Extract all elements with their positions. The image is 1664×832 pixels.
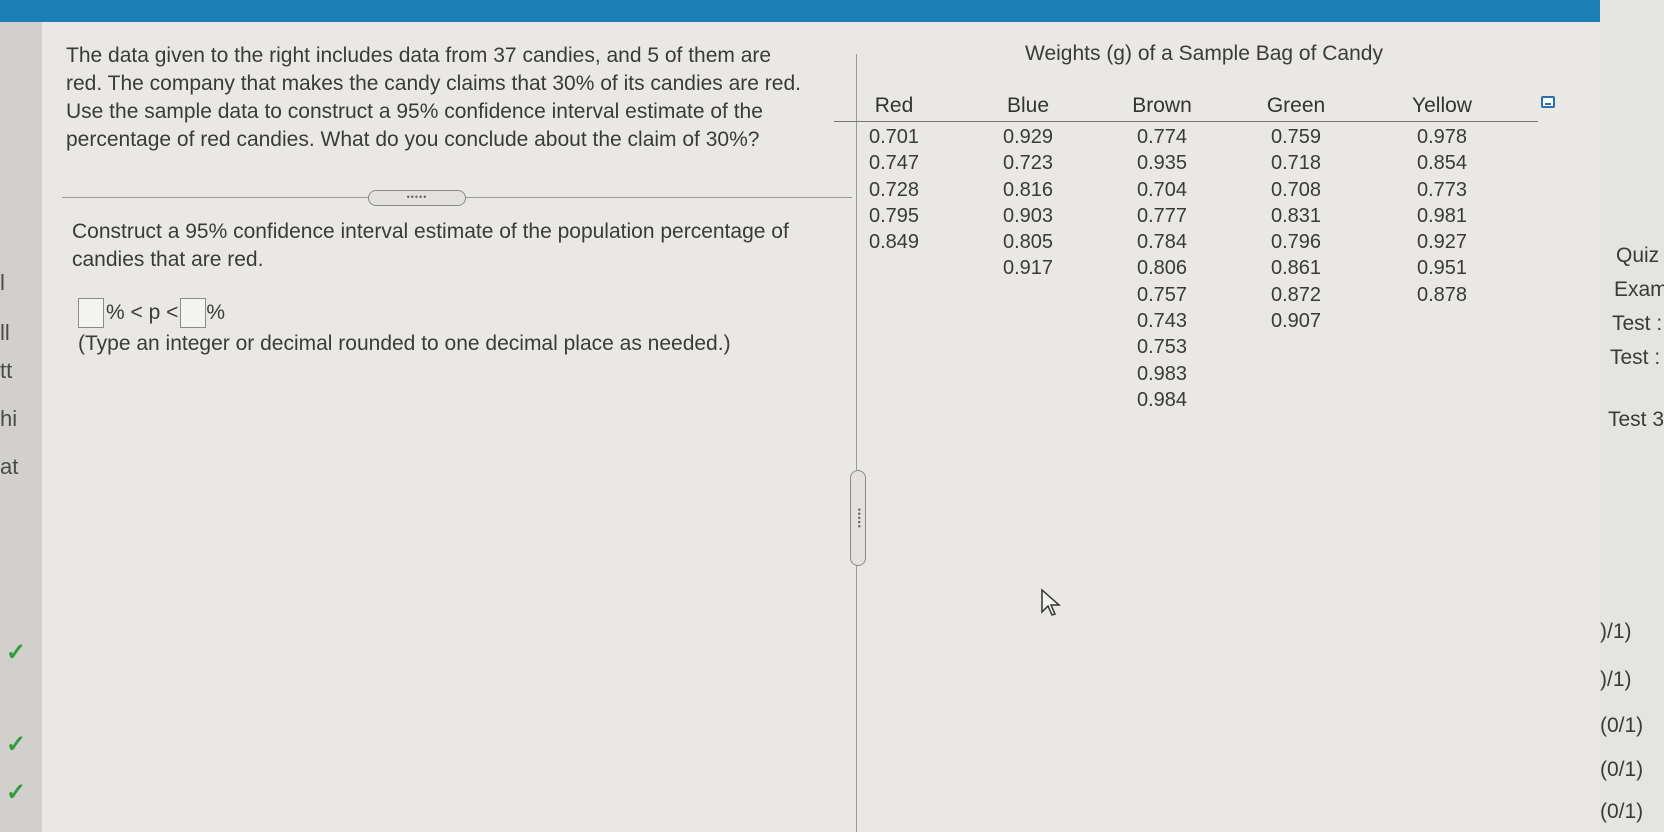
- table-cell: 0.878: [1416, 283, 1468, 306]
- table-cell: 0.757: [1136, 283, 1188, 306]
- column-header-brown: Brown: [1132, 94, 1192, 117]
- column-brown: 0.774 0.935 0.704 0.777 0.784 0.806 0.757 0.743…: [1102, 124, 1222, 413]
- table-cell: 0.701: [868, 126, 920, 148]
- table-cell: 0.784: [1136, 231, 1188, 254]
- table-cell: 0.806: [1136, 257, 1188, 280]
- table-cell: 0.917: [1002, 257, 1054, 280]
- confidence-interval-row: % < p < %: [78, 298, 225, 328]
- column-header-red: Red: [874, 94, 914, 117]
- table-title: Weights (g) of a Sample Bag of Candy: [1025, 42, 1383, 65]
- table-cell: 0.849: [868, 231, 920, 254]
- table-cell: 0.981: [1416, 204, 1468, 227]
- right-panel-item[interactable]: Test 3: [1608, 408, 1664, 432]
- table-cell: 0.983: [1136, 362, 1188, 385]
- table-cell: 0.774: [1136, 126, 1188, 148]
- column-yellow: 0.978 0.854 0.773 0.981 0.927 0.951 0.878: [1382, 124, 1502, 308]
- top-banner: [0, 0, 1600, 22]
- table-cell: 0.861: [1270, 257, 1322, 280]
- score-item: (0/1): [1600, 800, 1644, 823]
- question-text: The data given to the right includes dat…: [66, 44, 801, 151]
- right-panel-item[interactable]: Quiz: [1616, 244, 1659, 268]
- check-icon: ✓: [6, 639, 27, 666]
- column-header-yellow: Yellow: [1412, 94, 1472, 117]
- table-cell: 0.708: [1270, 178, 1322, 201]
- column-red: 0.701 0.747 0.728 0.795 0.849: [834, 124, 954, 255]
- left-fragment: hi: [0, 406, 18, 431]
- right-side-panel: Quiz Exam Test : Test : Test 3 )/1) )/1)…: [1600, 0, 1664, 832]
- table-cell: 0.718: [1270, 152, 1322, 175]
- score-item: )/1): [1600, 620, 1632, 643]
- table-cell: 0.753: [1136, 336, 1188, 359]
- table-cell: 0.747: [868, 152, 920, 175]
- right-panel-item[interactable]: Exam: [1614, 278, 1664, 302]
- mouse-cursor-icon: [1041, 588, 1061, 616]
- upper-bound-input[interactable]: [180, 298, 207, 328]
- column-blue: 0.929 0.723 0.816 0.903 0.805 0.917: [968, 124, 1088, 282]
- table-cell: 0.723: [1002, 152, 1054, 175]
- table-cell: 0.743: [1136, 310, 1188, 333]
- table-cell: 0.795: [868, 204, 920, 227]
- table-cell: 0.773: [1416, 178, 1468, 201]
- table-cell: 0.935: [1136, 152, 1188, 175]
- right-panel-item[interactable]: Test :: [1610, 346, 1660, 370]
- question-workspace: The data given to the right includes dat…: [42, 22, 1600, 832]
- copy-data-icon[interactable]: [1541, 96, 1555, 108]
- score-item: )/1): [1600, 668, 1632, 691]
- inequality-text: % < p <: [106, 301, 179, 324]
- table-cell: 0.903: [1002, 204, 1054, 227]
- table-cell: 0.854: [1416, 152, 1468, 175]
- left-fragment: ll: [0, 320, 10, 345]
- table-header: Red Blue Brown Green Yellow: [834, 94, 1538, 122]
- table-cell: 0.816: [1002, 178, 1054, 201]
- table-cell: 0.831: [1270, 204, 1322, 227]
- score-item: (0/1): [1600, 714, 1644, 737]
- left-side-panel: l ll tt hi at ✓ ✓ ✓: [0, 22, 42, 832]
- collapse-handle[interactable]: •••••: [368, 190, 466, 206]
- column-header-green: Green: [1266, 94, 1326, 117]
- answer-format-hint: (Type an integer or decimal rounded to o…: [78, 332, 731, 355]
- table-cell: 0.728: [868, 178, 920, 201]
- sub-question-prompt: Construct a 95% confidence interval esti…: [72, 220, 789, 271]
- table-cell: 0.907: [1270, 310, 1322, 333]
- table-cell: 0.951: [1416, 257, 1468, 280]
- percent-sign: %: [206, 301, 226, 324]
- column-green: 0.759 0.718 0.708 0.831 0.796 0.861 0.872 0.907: [1236, 124, 1356, 334]
- table-cell: 0.978: [1416, 126, 1468, 148]
- score-item: (0/1): [1600, 758, 1644, 781]
- table-cell: 0.929: [1002, 126, 1054, 148]
- table-cell: 0.759: [1270, 126, 1322, 148]
- check-icon: ✓: [6, 731, 27, 758]
- check-icon: ✓: [6, 779, 27, 806]
- table-cell: 0.805: [1002, 231, 1054, 254]
- left-fragment: tt: [0, 358, 13, 383]
- table-cell: 0.872: [1270, 283, 1322, 306]
- table-cell: 0.984: [1136, 388, 1188, 411]
- table-cell: 0.796: [1270, 231, 1322, 254]
- table-cell: 0.777: [1136, 204, 1188, 227]
- table-cell: 0.704: [1136, 178, 1188, 201]
- left-fragment: at: [0, 454, 19, 479]
- right-panel-item[interactable]: Test :: [1612, 312, 1662, 336]
- table-cell: 0.927: [1416, 231, 1468, 254]
- column-header-blue: Blue: [1006, 94, 1050, 117]
- left-fragment: l: [0, 270, 5, 295]
- lower-bound-input[interactable]: [78, 298, 104, 328]
- resize-handle[interactable]: •••••: [850, 470, 866, 566]
